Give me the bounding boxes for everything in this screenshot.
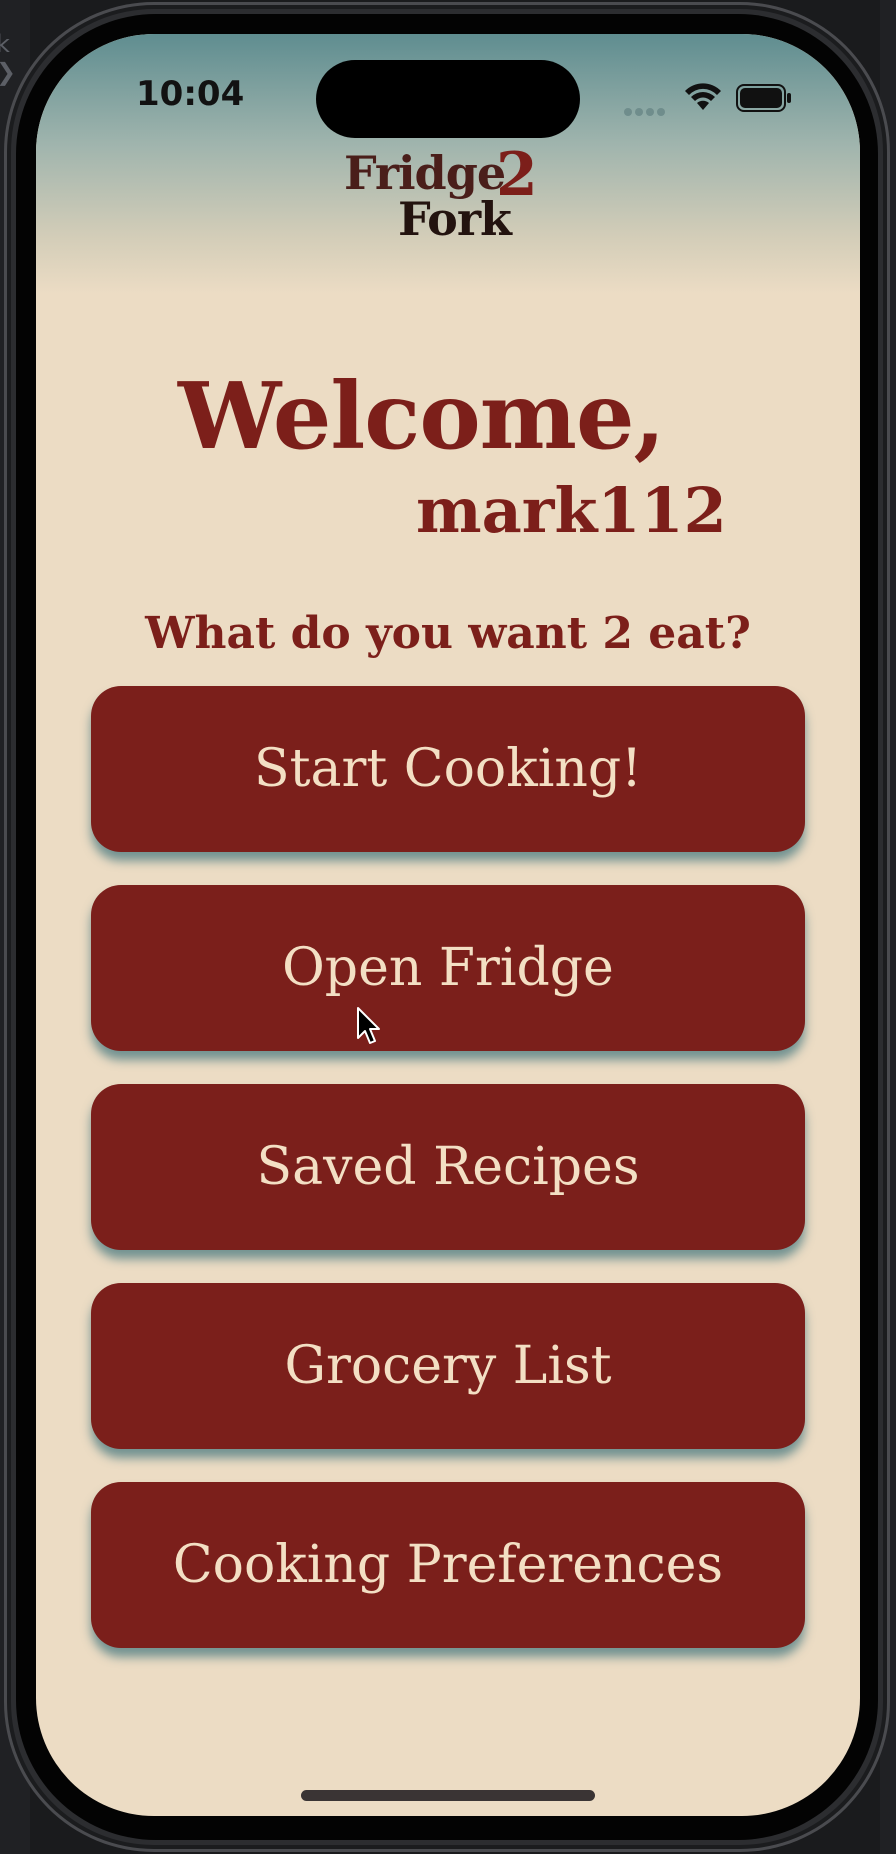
app-screen: 10:04 Fridge 2 Fork Welcome, mark112 Wha… — [36, 34, 860, 1816]
wifi-icon — [685, 83, 721, 110]
start-cooking-button[interactable]: Start Cooking! — [91, 686, 805, 852]
logo-word-fork: Fork — [398, 192, 512, 246]
signal-dots-icon — [624, 101, 668, 116]
meal-prompt: What do you want 2 eat? — [145, 608, 751, 659]
main-menu: Start Cooking! Open Fridge Saved Recipes… — [91, 686, 805, 1681]
home-indicator[interactable] — [301, 1790, 595, 1801]
saved-recipes-button[interactable]: Saved Recipes — [91, 1084, 805, 1250]
status-time: 10:04 — [136, 74, 245, 114]
mouse-pointer-icon — [357, 1007, 380, 1044]
battery-icon — [736, 84, 791, 112]
welcome-heading: Welcome, — [178, 362, 666, 470]
app-logo: Fridge 2 Fork — [336, 140, 546, 286]
username-label: mark112 — [416, 474, 727, 547]
dynamic-island — [316, 60, 580, 138]
grocery-list-button[interactable]: Grocery List — [91, 1283, 805, 1449]
open-fridge-button[interactable]: Open Fridge — [91, 885, 805, 1051]
cooking-preferences-button[interactable]: Cooking Preferences — [91, 1482, 805, 1648]
